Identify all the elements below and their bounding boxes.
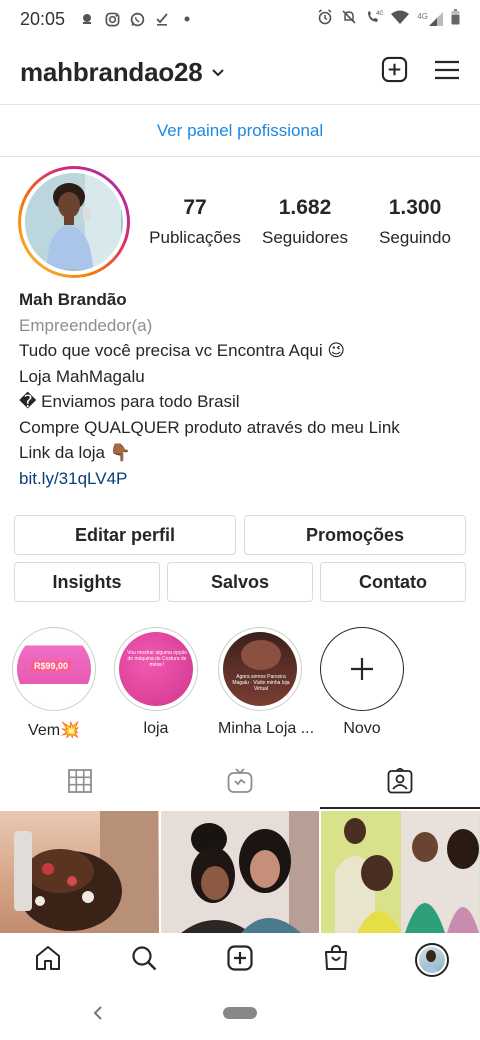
bio-line: Compre QUALQUER produto através do meu L… — [19, 417, 400, 437]
bio-line: Link da loja 👇🏾 — [19, 443, 131, 462]
search-icon — [131, 945, 157, 976]
status-bar: 20:05 4G 4G — [0, 0, 480, 38]
whatsapp-icon — [129, 11, 145, 27]
wifi-icon — [391, 9, 410, 29]
status-time: 20:05 — [20, 8, 66, 29]
stat-following[interactable]: 1.300 Seguindo — [360, 196, 470, 248]
home-gesture-pill[interactable] — [223, 1007, 257, 1019]
new-post-icon — [227, 944, 253, 976]
bio-line: � Enviamos para todo Brasil — [19, 392, 240, 411]
nav-home[interactable] — [0, 934, 96, 986]
new-post-icon[interactable] — [381, 56, 408, 88]
igtv-icon — [227, 767, 253, 799]
highlight-cover: Agora somos Parceira Magalu · Visite min… — [223, 632, 297, 706]
bio-link[interactable]: bit.ly/31qLV4P — [19, 466, 464, 492]
new-highlight-button[interactable]: Novo — [320, 627, 404, 738]
nav-create[interactable] — [192, 934, 288, 986]
shop-icon — [324, 944, 348, 976]
alarm-icon — [317, 8, 333, 30]
grid-photo[interactable] — [0, 811, 159, 933]
promotions-button[interactable]: Promoções — [244, 515, 466, 555]
highlight-minha-loja[interactable]: Agora somos Parceira Magalu · Visite min… — [218, 627, 315, 738]
following-label: Seguindo — [379, 228, 451, 247]
profile-avatar[interactable] — [18, 166, 130, 278]
nav-shop[interactable] — [288, 934, 384, 986]
system-nav-bar — [0, 986, 480, 1040]
tab-igtv[interactable] — [160, 757, 320, 809]
insights-button[interactable]: Insights — [14, 562, 160, 602]
plus-icon — [320, 627, 404, 711]
followers-label: Seguidores — [261, 228, 348, 247]
grid-photo[interactable] — [160, 811, 320, 933]
grid-photo[interactable] — [321, 811, 480, 933]
profile-stats: 77 Publicações 1.682 Seguidores 1.300 Se… — [140, 196, 470, 248]
tab-tagged[interactable] — [320, 757, 480, 809]
posts-count: 77 — [183, 196, 207, 219]
mute-icon — [341, 9, 357, 30]
profile-bio: Mah Brandão Empreendedor(a) Tudo que voc… — [19, 287, 464, 491]
bio-line: Tudo que você precisa vc Encontra Aqui 😉 — [19, 341, 346, 360]
highlight-cover-text: R$99,00 — [31, 661, 72, 671]
nav-profile[interactable] — [384, 934, 480, 986]
highlight-label: Minha Loja ... — [218, 720, 315, 737]
highlight-label: Novo — [343, 720, 381, 737]
dot-icon — [179, 11, 195, 27]
dashboard-divider — [0, 156, 480, 157]
bottom-nav — [0, 934, 480, 986]
professional-dashboard-link[interactable]: Ver painel profissional — [0, 106, 480, 156]
nav-search[interactable] — [96, 934, 192, 986]
menu-icon[interactable] — [434, 59, 460, 86]
header-divider — [0, 104, 480, 105]
chevron-down-icon[interactable] — [211, 65, 225, 79]
svg-text:4G: 4G — [376, 11, 383, 17]
profile-header: mahbrandao28 — [0, 44, 480, 100]
highlight-loja[interactable]: Vou mostrar alguma opção de máquina de C… — [114, 627, 198, 738]
profile-category: Empreendedor(a) — [19, 315, 153, 335]
posts-label: Publicações — [149, 228, 241, 247]
content-tabs — [0, 757, 480, 809]
highlight-label: loja — [143, 720, 169, 737]
download-icon — [154, 11, 170, 27]
highlight-cover-text: Agora somos Parceira Magalu · Visite min… — [232, 674, 290, 692]
saved-button[interactable]: Salvos — [167, 562, 313, 602]
highlight-vem[interactable]: R$99,00 Vem💥 — [12, 627, 96, 740]
grid-icon — [68, 768, 92, 798]
volte-call-icon: 4G — [365, 9, 385, 30]
photo-grid — [0, 811, 480, 933]
battery-icon — [451, 8, 460, 30]
bio-line: Loja MahMagalu — [19, 366, 145, 386]
highlight-cover-text: Vou mostrar alguma opção de máquina de C… — [127, 650, 187, 668]
network-label: 4G — [417, 12, 428, 21]
highlight-cover: Vou mostrar alguma opção de máquina de C… — [119, 632, 193, 706]
stat-followers[interactable]: 1.682 Seguidores — [250, 196, 360, 248]
home-icon — [35, 945, 61, 976]
signal-4g-icon: 4G — [417, 12, 443, 26]
account-switcher[interactable]: mahbrandao28 — [20, 57, 203, 88]
tab-posts[interactable] — [0, 757, 160, 809]
instagram-icon — [104, 11, 120, 27]
following-count: 1.300 — [388, 196, 442, 219]
avatar-photo — [25, 173, 123, 271]
back-icon[interactable] — [92, 1005, 104, 1026]
highlight-cover: R$99,00 — [17, 632, 91, 706]
edit-profile-button[interactable]: Editar perfil — [14, 515, 236, 555]
stat-posts[interactable]: 77 Publicações — [140, 196, 250, 248]
profile-name: Mah Brandão — [19, 290, 127, 309]
notification-icon — [79, 11, 95, 27]
followers-count: 1.682 — [278, 196, 332, 219]
tagged-icon — [387, 766, 413, 799]
contact-button[interactable]: Contato — [320, 562, 466, 602]
profile-avatar — [415, 943, 449, 977]
highlight-label: Vem💥 — [28, 722, 80, 739]
